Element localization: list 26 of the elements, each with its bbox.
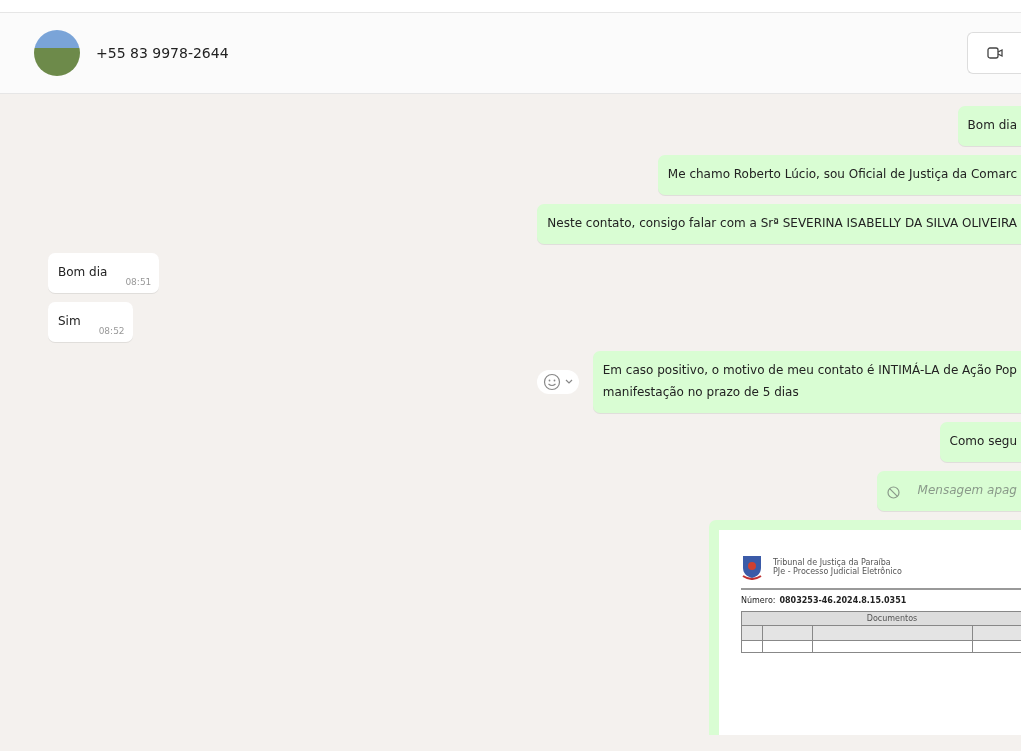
message-text: Neste contato, consigo falar com a Srª SEVERINA ISABELLY DA SILVA OLIVEIRA	[547, 215, 1017, 232]
message-text: Sim	[58, 313, 81, 330]
message-time: 08:52	[98, 326, 125, 336]
document-message[interactable]: Tribunal de Justiça da Paraíba PJe - Processo Judicial Eletrônico Número: 0803253-46.2024.8.15.0351 Documentos	[709, 520, 1021, 735]
table-title: Documentos	[742, 612, 1021, 626]
message-text: Bom dia	[967, 117, 1017, 134]
system-name: PJe - Processo Judicial Eletrônico	[773, 567, 902, 576]
message-text: Bom dia	[58, 264, 108, 281]
smiley-icon	[542, 373, 561, 391]
coat-of-arms-icon	[741, 554, 763, 580]
court-name: Tribunal de Justiça da Paraíba	[773, 558, 891, 567]
video-call-button[interactable]	[967, 32, 1021, 74]
message-time: 08:51	[125, 277, 152, 287]
message-text: manifestação no prazo de 5 dias	[602, 384, 800, 401]
message-text: Me chamo Roberto Lúcio, sou Oficial de Justiça da Comarc	[667, 166, 1017, 183]
contact-avatar	[34, 30, 80, 76]
chevron-down-icon	[564, 379, 573, 385]
reaction-button[interactable]	[536, 370, 579, 394]
message-text: Mensagem apag	[917, 482, 1017, 499]
process-number-label: Número:	[741, 596, 776, 605]
message-text: Em caso positivo, o motivo de meu contato é INTIMÁ-LA de Ação Pop	[602, 361, 1017, 379]
video-camera-icon	[986, 47, 1003, 59]
contact-name: +55 83 9978-2644	[96, 45, 230, 61]
message-text: Como segu	[949, 433, 1017, 450]
blocked-icon	[886, 486, 900, 499]
process-number: 0803253-46.2024.8.15.0351	[779, 596, 907, 605]
